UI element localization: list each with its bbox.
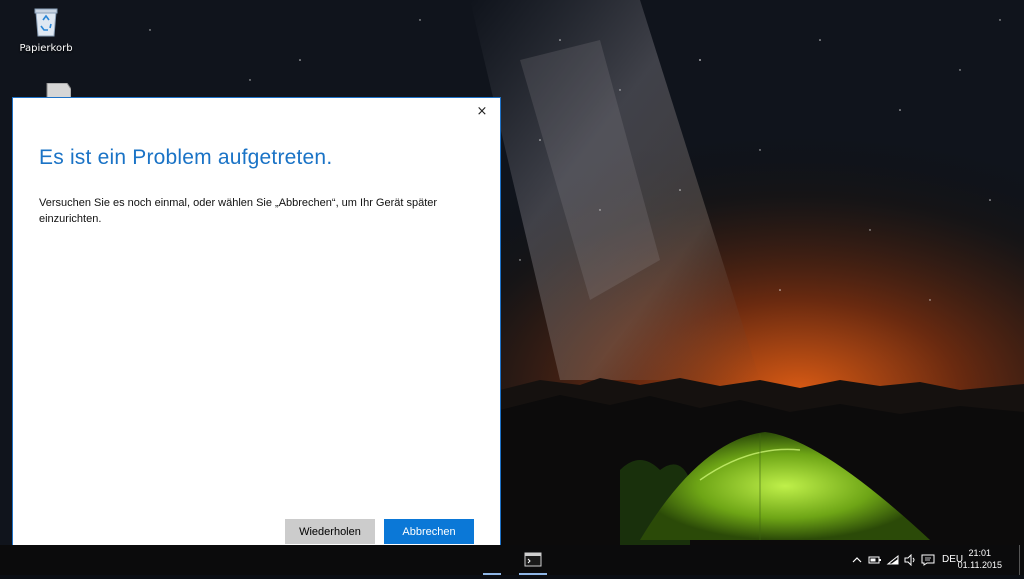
chevron-up-icon[interactable]	[851, 554, 863, 566]
close-icon[interactable]: ×	[474, 104, 490, 120]
wifi-icon[interactable]	[886, 554, 900, 566]
action-center-icon[interactable]	[921, 554, 935, 566]
battery-icon[interactable]	[868, 554, 882, 566]
command-prompt-icon	[524, 552, 542, 567]
clock-date: 01.11.2015	[957, 560, 1002, 570]
retry-button[interactable]: Wiederholen	[285, 519, 375, 544]
taskbar: DEU 21:01 01.11.2015	[0, 545, 1024, 575]
show-desktop-button[interactable]	[1019, 545, 1024, 575]
clock[interactable]: 21:01 01.11.2015	[958, 547, 1002, 571]
taskbar-app-dialog[interactable]	[483, 545, 501, 575]
cancel-button[interactable]: Abbrechen	[384, 519, 474, 544]
dialog-message: Versuchen Sie es noch einmal, oder wähle…	[39, 197, 438, 225]
taskbar-app-command-prompt[interactable]	[519, 545, 547, 575]
dialog-title: Es ist ein Problem aufgetreten.	[39, 146, 333, 169]
speaker-icon[interactable]	[903, 554, 917, 566]
recycle-bin-icon	[34, 8, 58, 37]
desktop-icon-label: Papierkorb	[19, 43, 73, 54]
clock-time: 21:01	[968, 548, 992, 558]
desktop-icon-recycle-bin[interactable]: Papierkorb	[14, 6, 78, 54]
error-dialog: × Es ist ein Problem aufgetreten. Versuc…	[12, 97, 501, 572]
